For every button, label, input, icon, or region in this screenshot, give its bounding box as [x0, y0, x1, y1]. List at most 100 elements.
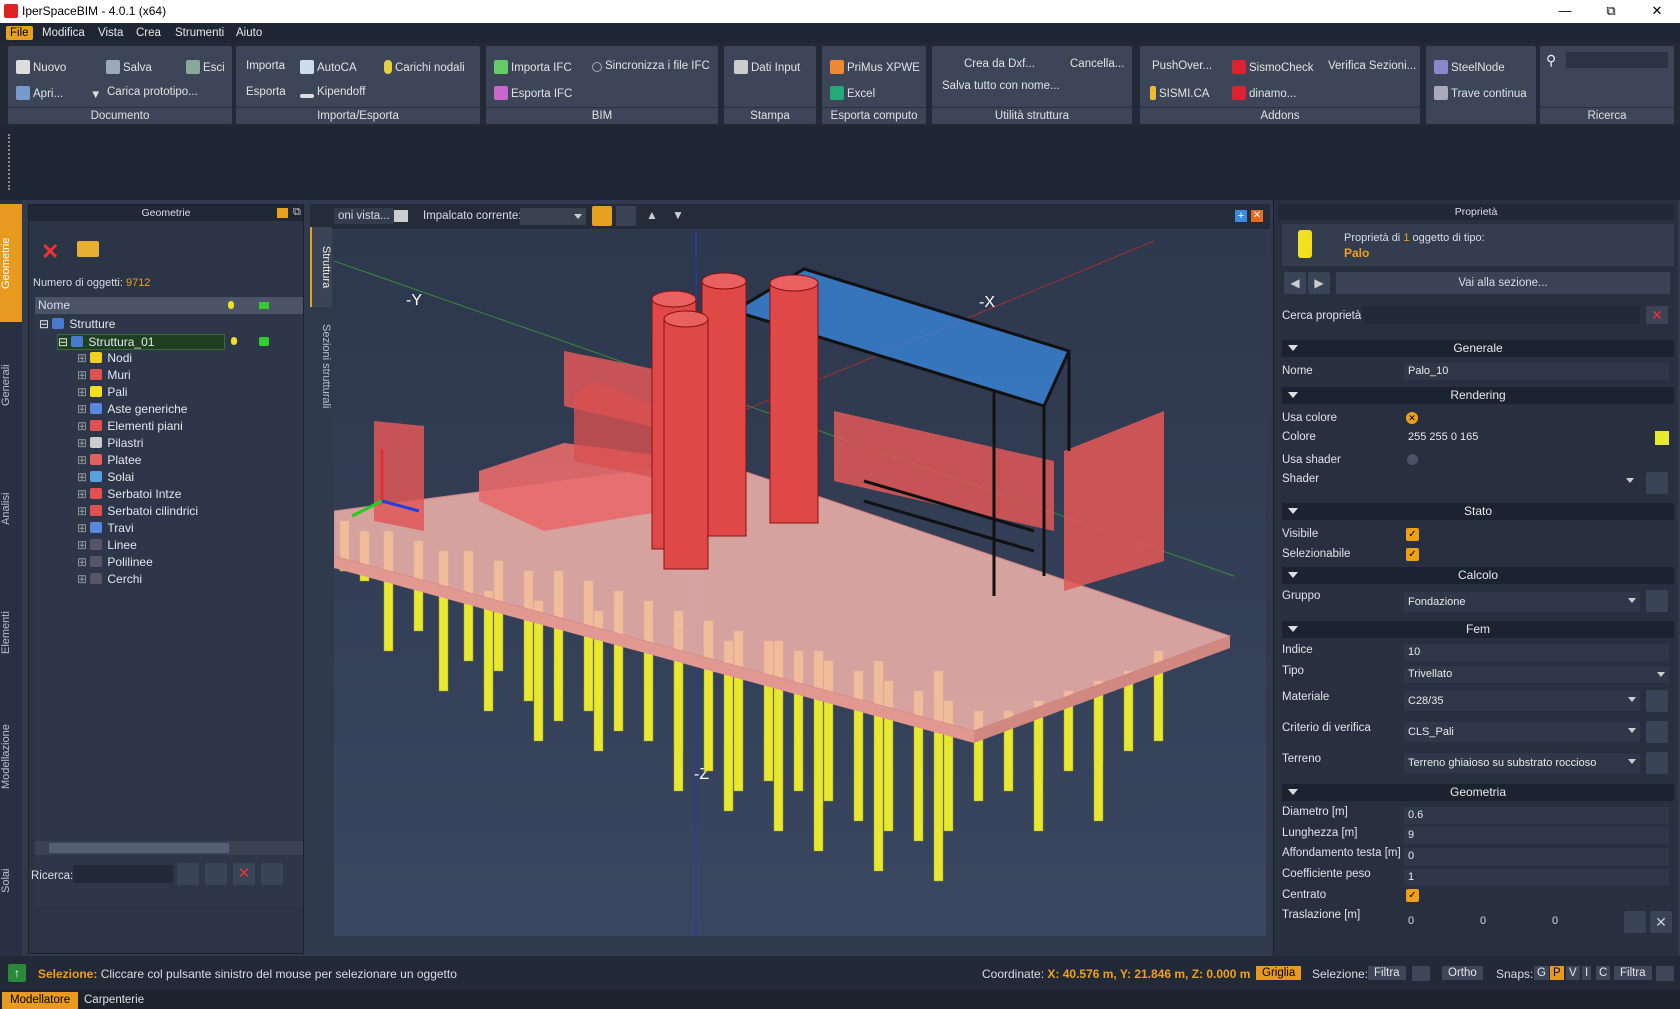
centrato-checkbox[interactable]: ✓: [1406, 889, 1419, 902]
gruppo-edit-icon[interactable]: [1646, 590, 1668, 612]
tab-modellatore[interactable]: Modellatore: [2, 992, 79, 1009]
search-properties-input[interactable]: [1362, 306, 1640, 324]
diametro-field[interactable]: 0.6: [1404, 807, 1669, 824]
cancella-button[interactable]: Cancella...: [1070, 58, 1124, 70]
scroll-thumb[interactable]: [49, 843, 229, 853]
shader-edit-icon[interactable]: [1646, 472, 1668, 494]
section-calcolo[interactable]: Calcolo: [1282, 567, 1674, 584]
salva-button[interactable]: Salva: [106, 60, 152, 74]
wrench-icon[interactable]: [1412, 966, 1430, 981]
tab-geometrie[interactable]: Geometrie: [0, 204, 22, 322]
lunghezza-field[interactable]: 9: [1404, 827, 1669, 844]
tree-item-platee[interactable]: ⊞ Platee: [77, 453, 141, 467]
snap-settings-icon[interactable]: [1656, 966, 1674, 981]
tab-generali[interactable]: Generali: [0, 326, 22, 444]
tab-carpenterie[interactable]: Carpenterie: [76, 992, 152, 1009]
minimize-button[interactable]: —: [1542, 2, 1588, 22]
vai-alla-sezione-button[interactable]: Vai alla sezione...: [1336, 272, 1670, 294]
menu-modifica[interactable]: Modifica: [38, 26, 89, 40]
tab-modellazione[interactable]: Modellazione: [0, 698, 22, 816]
level-down-icon[interactable]: ▼: [672, 208, 684, 222]
tree-item-cerchi[interactable]: ⊞ Cerchi: [77, 572, 142, 586]
menu-aiuto[interactable]: Aiuto: [232, 26, 266, 40]
salva-tutto-button[interactable]: Salva tutto con nome...: [942, 80, 1060, 92]
importa-button[interactable]: Importa: [246, 60, 285, 72]
colore-field[interactable]: 255 255 0 165: [1404, 429, 1669, 446]
lock-icon[interactable]: [592, 206, 612, 226]
selezionabile-checkbox[interactable]: ✓: [1406, 548, 1419, 561]
affondamento-field[interactable]: 0: [1404, 848, 1669, 865]
menu-strumenti[interactable]: Strumenti: [171, 26, 228, 40]
materiale-edit-icon[interactable]: [1646, 690, 1668, 712]
usa-colore-toggle[interactable]: ✕: [1406, 412, 1418, 424]
traslazione-y[interactable]: 0: [1480, 915, 1486, 927]
coefficiente-field[interactable]: 1: [1404, 869, 1669, 886]
toolbar-grip[interactable]: [8, 134, 11, 190]
terreno-edit-icon[interactable]: [1646, 752, 1668, 774]
sismocheck-button[interactable]: SismoCheck: [1232, 60, 1314, 74]
traslazione-x[interactable]: 0: [1408, 915, 1414, 927]
tree-item-aste-generiche[interactable]: ⊞ Aste generiche: [77, 402, 187, 416]
esporta-ifc-button[interactable]: Esporta IFC: [494, 86, 572, 100]
impalcato-select[interactable]: [520, 208, 586, 225]
terreno-select[interactable]: Terreno ghiaioso su substrato roccioso: [1404, 753, 1640, 773]
tree-item-travi[interactable]: ⊞ Travi: [77, 521, 134, 535]
delete-icon[interactable]: ✕: [41, 239, 59, 265]
tab-sezioni-strutturali[interactable]: Sezioni strutturali: [310, 311, 332, 421]
menu-file[interactable]: File: [6, 26, 33, 40]
esci-button[interactable]: Esci: [186, 60, 225, 74]
tab-solai[interactable]: Solai: [0, 822, 22, 940]
arrow-up-icon[interactable]: ↑: [8, 964, 26, 982]
3d-viewport[interactable]: -Y -X -Z: [334, 231, 1266, 936]
shader-dropdown[interactable]: [1626, 478, 1634, 483]
tipo-select[interactable]: Trivellato: [1404, 666, 1669, 683]
griglia-toggle[interactable]: Griglia: [1256, 966, 1302, 980]
tree-item-serbatoi-intze[interactable]: ⊞ Serbatoi Intze: [77, 487, 181, 501]
tab-analisi[interactable]: Analisi: [0, 450, 22, 568]
tree-item-serbatoi-cilindrici[interactable]: ⊞ Serbatoi cilindrici: [77, 504, 198, 518]
sismica-button[interactable]: SISMI.CA: [1150, 86, 1209, 100]
maximize-view-icon[interactable]: +: [1235, 210, 1247, 222]
indice-field[interactable]: 10: [1404, 644, 1669, 661]
close-window-button[interactable]: ✕: [1634, 2, 1680, 22]
criterio-edit-icon[interactable]: [1646, 721, 1668, 743]
section-stato[interactable]: Stato: [1282, 503, 1674, 520]
ribbon-search-input[interactable]: [1566, 52, 1668, 68]
materiale-select[interactable]: C28/35: [1404, 691, 1640, 711]
tree-root-strutture[interactable]: ⊟ Strutture: [39, 317, 115, 331]
snap-i[interactable]: I: [1582, 966, 1592, 980]
verifica-sezioni-button[interactable]: Verifica Sezioni...: [1328, 60, 1416, 72]
esporta-button[interactable]: Esporta: [246, 86, 286, 98]
carica-prototipo-button[interactable]: ▼ Carica prototipo...: [90, 86, 198, 103]
tree-item-muri[interactable]: ⊞ Muri: [77, 368, 131, 382]
float-icon[interactable]: ⧉: [293, 206, 301, 219]
forward-arrow-icon[interactable]: ▶: [1308, 272, 1330, 294]
search-go-icon[interactable]: [177, 863, 199, 885]
nuovo-button[interactable]: Nuovo: [16, 60, 66, 74]
usa-shader-toggle[interactable]: [1407, 454, 1418, 465]
tree-item-polilinee[interactable]: ⊞ Polilinee: [77, 555, 153, 569]
autoca-button[interactable]: AutoCA: [300, 60, 357, 74]
level-up-icon[interactable]: ▲: [646, 208, 658, 222]
gruppo-select[interactable]: Fondazione: [1404, 592, 1640, 612]
snap-c[interactable]: C: [1596, 966, 1611, 980]
carichi-nodali-button[interactable]: Carichi nodali: [384, 60, 465, 74]
tree-search-input[interactable]: [73, 865, 173, 883]
dinamo-button[interactable]: dinamo...: [1232, 86, 1296, 100]
nome-field[interactable]: Palo_10: [1404, 363, 1669, 380]
close-view-icon[interactable]: ✕: [1251, 210, 1263, 222]
tab-elementi[interactable]: Elementi: [0, 574, 22, 692]
tree-item-nodi[interactable]: ⊞ Nodi: [77, 351, 132, 365]
tab-struttura[interactable]: Struttura: [310, 227, 332, 307]
menu-crea[interactable]: Crea: [132, 26, 165, 40]
tree-item-struttura-01[interactable]: ⊟ Struttura_01: [57, 334, 225, 350]
menu-vista[interactable]: Vista: [94, 26, 127, 40]
kipendoff-button[interactable]: Kipendoff: [300, 86, 365, 98]
folder-open-icon[interactable]: [77, 241, 99, 257]
sincronizza-ifc-button[interactable]: Sincronizza i file IFC: [592, 60, 710, 72]
color-swatch[interactable]: [1655, 431, 1669, 445]
restore-button[interactable]: ⧉: [1588, 2, 1634, 22]
section-geometria[interactable]: Geometria: [1282, 784, 1674, 801]
section-generale[interactable]: Generale: [1282, 340, 1674, 357]
trave-continua-button[interactable]: Trave continua: [1434, 86, 1527, 100]
